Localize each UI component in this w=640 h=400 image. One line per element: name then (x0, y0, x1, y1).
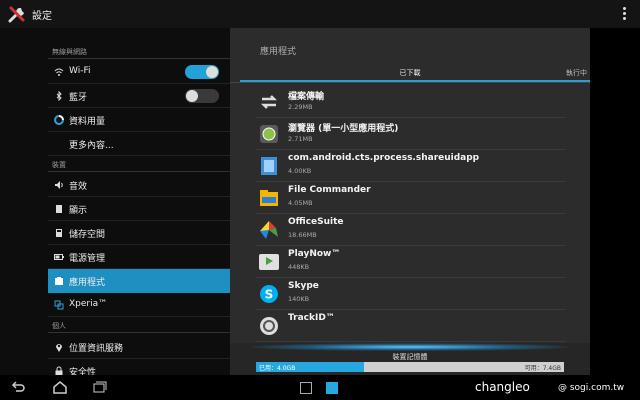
sidebar-item-label: 儲存空間 (69, 230, 106, 240)
android-app-icon (261, 157, 277, 175)
section-divider (48, 58, 230, 59)
app-name: PlayNow™ (288, 249, 341, 259)
toggle-knob (186, 90, 198, 102)
data-usage-icon (54, 115, 64, 125)
sidebar-item-label: 電源管理 (69, 254, 106, 264)
apps-icon (55, 277, 63, 285)
section-divider (48, 332, 230, 333)
action-bar: 設定 (0, 0, 640, 28)
sidebar-item-label: 更多內容... (69, 141, 114, 151)
app-size: 18.66MB (288, 231, 317, 239)
display-icon (56, 205, 62, 213)
section-header-wireless: 無線與網路 (52, 48, 87, 56)
bluetooth-icon (56, 91, 62, 101)
xperia-icon (54, 300, 64, 310)
page-title: 設定 (32, 11, 52, 22)
volume-icon (55, 181, 63, 189)
home-icon[interactable] (52, 380, 68, 394)
app-list-item[interactable]: 瀏覽器 (單一小型應用程式) 2.71MB (256, 118, 566, 150)
officesuite-icon (260, 221, 278, 239)
section-header-device: 裝置 (52, 161, 66, 169)
trackid-icon (260, 317, 278, 335)
app-list-item[interactable]: File Commander 4.05MB (256, 182, 566, 214)
recent-apps-icon[interactable] (92, 380, 108, 394)
settings-sidebar: 無線與網路 Wi-Fi 藍牙 資料用量 更多內容... 裝置 音效 顯示 儲存空… (0, 28, 230, 383)
app-size: 4.00KB (288, 167, 312, 175)
app-size: 2.71MB (288, 135, 313, 143)
app-name: 瀏覽器 (單一小型應用程式) (288, 124, 399, 134)
sidebar-item-data-usage[interactable]: 資料用量 (48, 108, 230, 132)
sidebar-item-label: 應用程式 (69, 278, 106, 288)
sidebar-item-bluetooth[interactable]: 藍牙 (48, 84, 230, 108)
sidebar-item-wifi[interactable]: Wi-Fi (48, 60, 230, 84)
tab-downloaded[interactable]: 已下載 (240, 68, 580, 78)
app-name: File Commander (288, 185, 371, 195)
sidebar-item-storage[interactable]: 儲存空間 (48, 221, 230, 245)
sidebar-item-label: 位置資訊服務 (69, 344, 124, 354)
storage-summary: 裝置記憶體 已用：4.0GB 可用：7.4GB (230, 343, 590, 375)
sidebar-item-label: Wi-Fi (69, 66, 91, 76)
app-name: TrackID™ (288, 313, 335, 323)
app-size: 2.29MB (288, 103, 313, 111)
app-name: Skype (288, 281, 319, 291)
sidebar-item-apps[interactable]: 應用程式 (48, 269, 230, 293)
battery-icon (54, 254, 64, 260)
small-app-icon[interactable] (300, 382, 312, 394)
sidebar-item-xperia[interactable]: Xperia™ (48, 293, 230, 317)
toggle-knob (206, 66, 218, 78)
app-name: 檔案傳輸 (288, 92, 325, 102)
sidebar-item-label: 音效 (69, 182, 88, 192)
sidebar-item-power[interactable]: 電源管理 (48, 245, 230, 269)
sidebar-item-location[interactable]: 位置資訊服務 (48, 335, 230, 359)
sidebar-item-more[interactable]: 更多內容... (48, 132, 230, 156)
sidebar-item-label: 藍牙 (69, 93, 88, 103)
sidebar-item-sound[interactable]: 音效 (48, 173, 230, 197)
watermark-site: @ sogi.com.tw (558, 383, 625, 393)
app-list-item[interactable]: com.android.cts.process.shareuidapp 4.00… (256, 150, 566, 182)
apps-panel: 應用程式 已下載 執行中 檔案傳輸 2.29MB 瀏覽器 (單一小型應用程式) … (230, 28, 590, 375)
watermark-user: changleo (475, 380, 530, 394)
wifi-icon (54, 68, 64, 76)
app-name: OfficeSuite (288, 217, 344, 227)
app-list-item[interactable]: 檔案傳輸 2.29MB (256, 86, 566, 118)
app-name: com.android.cts.process.shareuidapp (288, 153, 480, 163)
app-size: 448KB (288, 263, 310, 271)
sidebar-item-label: 顯示 (69, 206, 88, 216)
section-header-personal: 個人 (52, 322, 66, 330)
app-list-item[interactable]: PlayNow™ 448KB (256, 246, 566, 278)
system-nav-bar: changleo @ sogi.com.tw (0, 375, 640, 400)
browser-icon (260, 125, 278, 143)
sidebar-item-label: 資料用量 (69, 117, 106, 127)
storage-free-text: 可用：7.4GB (524, 365, 561, 372)
settings-tools-icon[interactable] (8, 5, 28, 23)
storage-icon (56, 229, 62, 237)
storage-used-text: 已用：4.0GB (259, 365, 296, 372)
location-pin-icon (56, 344, 62, 352)
bluetooth-toggle[interactable] (185, 89, 219, 103)
scroll-edge-glow (250, 343, 570, 351)
skype-icon: S (260, 285, 278, 303)
app-size: 4.05MB (288, 199, 313, 207)
app-list-item[interactable]: OfficeSuite 18.66MB (256, 214, 566, 246)
back-icon[interactable] (10, 380, 26, 394)
file-commander-icon (260, 190, 278, 206)
sidebar-item-label: Xperia™ (69, 299, 108, 309)
app-size: 140KB (288, 295, 310, 303)
app-list-item[interactable]: TrackID™ (256, 310, 566, 342)
svg-text:S: S (265, 288, 274, 302)
overflow-menu-icon[interactable] (620, 6, 628, 22)
tab-divider (230, 82, 590, 83)
storage-bar: 已用：4.0GB 可用：7.4GB (256, 362, 564, 372)
tab-running[interactable]: 執行中 (566, 68, 587, 78)
playnow-icon (259, 254, 279, 270)
file-transfer-icon (260, 95, 278, 109)
small-app-active-icon[interactable] (326, 382, 338, 394)
sidebar-item-display[interactable]: 顯示 (48, 197, 230, 221)
app-list-item[interactable]: S Skype 140KB (256, 278, 566, 310)
panel-title: 應用程式 (260, 47, 297, 57)
section-divider (48, 171, 230, 172)
storage-label: 裝置記憶體 (392, 353, 428, 361)
wifi-toggle[interactable] (185, 65, 219, 79)
